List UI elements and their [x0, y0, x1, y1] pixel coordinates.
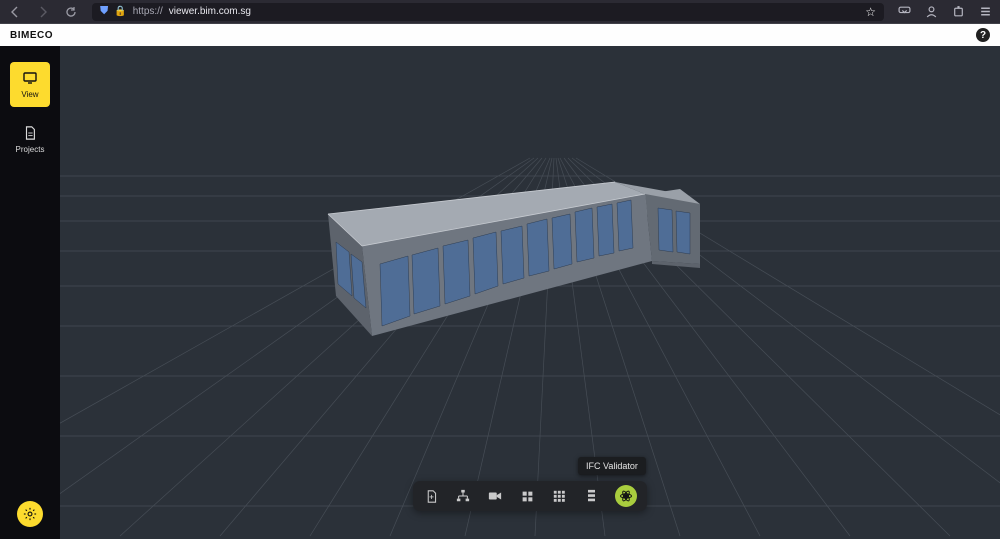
sidebar-item-label: View — [21, 90, 38, 99]
bottom-toolbar — [413, 481, 647, 511]
account-icon[interactable] — [925, 5, 938, 18]
app-header: BIMECO ? — [0, 24, 1000, 46]
browser-chrome: ⛊ 🔒 https:// viewer.bim.com.sg ☆ — [0, 0, 1000, 24]
workspace: View Projects — [0, 46, 1000, 539]
settings-fab[interactable] — [17, 501, 43, 527]
url-prefix: https:// — [133, 6, 163, 17]
tool-ifc-validator[interactable] — [615, 485, 637, 507]
shield-icon: ⛊ — [100, 5, 108, 18]
back-button[interactable] — [8, 5, 22, 19]
url-host: viewer.bim.com.sg — [169, 6, 251, 17]
tool-file[interactable] — [423, 488, 439, 504]
sidebar-item-projects[interactable]: Projects — [10, 125, 50, 154]
forward-button[interactable] — [36, 5, 50, 19]
help-icon[interactable]: ? — [976, 28, 990, 42]
pocket-icon[interactable] — [898, 5, 911, 18]
file-icon — [22, 125, 38, 141]
gear-icon — [23, 507, 37, 521]
tool-grid9[interactable] — [551, 488, 567, 504]
scene-canvas — [60, 46, 1000, 539]
brand-logo: BIMECO — [10, 30, 53, 41]
menu-icon[interactable] — [979, 5, 992, 18]
tool-camera[interactable] — [487, 488, 503, 504]
brand-text: BIMECO — [10, 30, 53, 41]
bookmark-star-icon[interactable]: ☆ — [865, 5, 876, 19]
3d-viewport[interactable]: IFC Validator — [60, 46, 1000, 539]
address-bar[interactable]: ⛊ 🔒 https:// viewer.bim.com.sg ☆ — [92, 3, 884, 21]
sidebar-item-view[interactable]: View — [10, 62, 50, 107]
sidebar-item-label: Projects — [16, 145, 45, 154]
lock-icon: 🔒 — [114, 6, 126, 17]
left-sidebar: View Projects — [0, 46, 60, 539]
display-icon — [22, 70, 38, 86]
tool-rows[interactable] — [583, 488, 599, 504]
tool-grid4[interactable] — [519, 488, 535, 504]
tool-tree[interactable] — [455, 488, 471, 504]
tooltip: IFC Validator — [578, 457, 646, 475]
extensions-icon[interactable] — [952, 5, 965, 18]
reload-button[interactable] — [64, 5, 78, 19]
